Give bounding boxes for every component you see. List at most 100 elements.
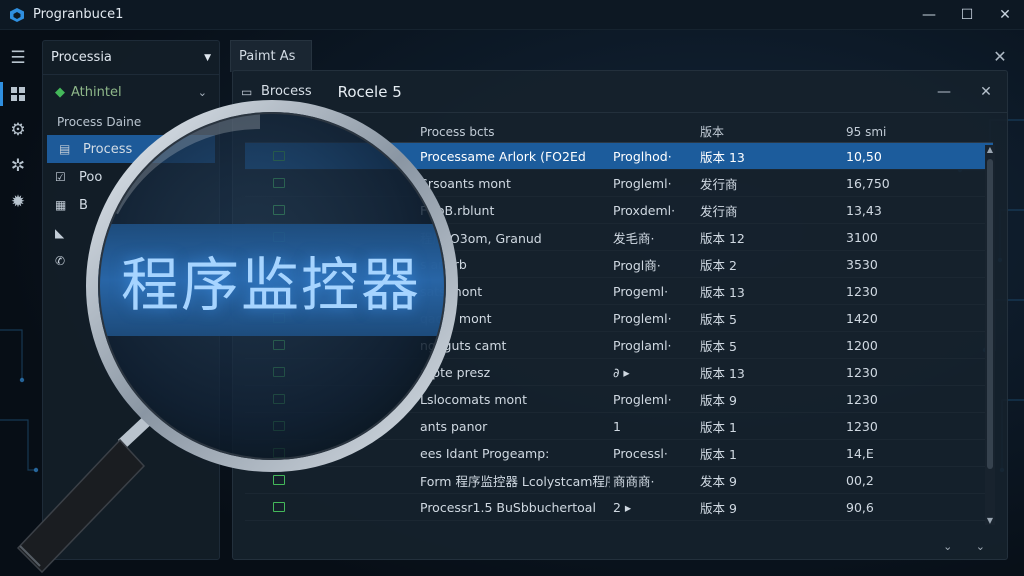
window-icon [273,178,285,188]
process-label: Brocess [261,84,312,99]
process-memory: 1230 [846,283,878,299]
window-icon [273,394,285,404]
process-version: 版本 12 [700,230,745,246]
maximize-button[interactable]: ☐ [948,0,986,30]
menu-button[interactable]: ☰ [0,40,36,76]
process-memory: 13,43 [846,202,882,218]
table-row[interactable]: FGoB.rblunt Proxdeml· 发行商 13,43 [245,197,993,224]
process-memory: 1230 [846,364,878,380]
process-name: Processr1.5 BuSbbuchertoal [420,499,596,515]
process-name: s anarb [420,256,467,272]
process-memory: 16,750 [846,175,890,191]
section-label: Process Daine [57,115,142,129]
process-row-icon [273,413,287,439]
process-row-icon [273,197,287,223]
process-publisher: Proglhod· [613,148,672,164]
minimize-button[interactable]: — [910,0,948,30]
panel-close-button[interactable]: ✕ [965,84,1007,100]
window-icon [273,367,285,377]
process-memory: 10,50 [846,148,882,164]
gear-button[interactable]: ✲ [0,148,36,184]
process-name: 程序tO3om, Granud [420,230,542,246]
process-version: 版本 5 [700,338,737,354]
process-name: ants panor [420,418,488,434]
scroll-down-icon[interactable]: ▼ [985,516,995,525]
process-memory: 1200 [846,337,878,353]
settings-button[interactable]: ✹ [0,184,36,220]
footer-chevrons[interactable]: ⌄ ⌄ [943,540,995,553]
process-publisher: Proxdeml· [613,202,676,218]
process-memory: 3530 [846,256,878,272]
process-row-icon [273,359,287,385]
table-row[interactable]: Lslocomats mont Progleml· 版本 9 1230 [245,386,993,413]
gear-icon: ✲ [10,156,26,176]
sidebar-item-label: Process [83,141,133,157]
table-row[interactable]: Processr1.5 BuSbbuchertoal 2 ▸ 版本 9 90,6 [245,494,993,521]
process-publisher: Progleml· [613,310,672,326]
edit-icon: ☑ [55,170,66,184]
close-button[interactable]: ✕ [986,0,1024,30]
process-version: 版本 1 [700,419,737,435]
process-version: 版本 9 [700,392,737,408]
document-icon: ▦ [55,198,67,212]
process-publisher: Proglaml· [613,337,672,353]
window-controls: — ☐ ✕ [910,0,1024,30]
process-publisher: Processl· [613,445,668,461]
scrollbar-thumb[interactable] [987,159,993,469]
process-publisher: 2 ▸ [613,499,632,515]
table-row[interactable]: ngeguts camt Proglaml· 版本 5 1200 [245,332,993,359]
table-row[interactable]: Srsoants mont Progleml· 发行商 16,750 [245,170,993,197]
app-title: Progranbuce1 [33,7,124,22]
process-version: 版本 13 [700,149,745,165]
process-row-icon [273,467,287,493]
process-version: 发本 9 [700,473,737,489]
process-memory: 14,E [846,445,874,461]
table-row[interactable]: Processame Arlork (FO2Ed Proglhod· 版本 13 10… [245,143,993,170]
chevron-down-icon: ⌄ [197,85,207,99]
process-name: Processame Arlork (FO2Ed [420,148,586,164]
process-name: mpte presz [420,364,491,380]
table-row[interactable]: ants panor 1 版本 1 1230 [245,413,993,440]
process-name: FGoB.rblunt [420,202,495,218]
puzzle-icon: ⚙ [10,120,26,140]
extensions-button[interactable]: ⚙ [0,112,36,148]
column-header-name[interactable]: Process bcts [420,121,610,142]
window-icon [273,421,285,431]
sidebar-item-document[interactable]: ▦ B [43,191,219,219]
sidebar-item-edit[interactable]: ☑ Poo [43,163,219,191]
dashboard-button[interactable] [0,76,36,112]
phone-icon: ✆ [55,254,66,268]
process-version: 发行商 [700,203,738,219]
process-memory: 1420 [846,310,878,326]
panel-title: Rocele 5 [337,82,402,101]
tab-paint-as[interactable]: Paimt As [230,40,312,72]
magnified-title: 程序监控器 [120,251,421,319]
tab-close-icon[interactable]: ✕ [988,44,1012,68]
column-header-version[interactable]: 版本 [700,121,820,142]
process-name: Srsoants mont [420,175,511,191]
process-publisher: 发毛商· [613,230,655,246]
table-row[interactable]: mpte presz ∂ ▸ 版本 13 1230 [245,359,993,386]
table-row[interactable]: ees Idant Progeamp: Processl· 版本 1 14,E [245,440,993,467]
sidebar-item-process[interactable]: ▤ Process [47,135,215,163]
table-body: Processame Arlork (FO2Ed Proglhod· 版本 13 10… [245,143,993,521]
process-memory: 1230 [846,391,878,407]
column-header-memory[interactable]: 95 smi [846,121,966,142]
vertical-scrollbar[interactable]: ▲ ▼ [985,145,995,525]
window-icon [273,475,285,485]
process-row-icon [273,170,287,196]
process-publisher: 商商商· [613,473,655,489]
process-panel-header: ▭ Brocess Rocele 5 — ✕ [233,71,1007,113]
process-publisher: Progl商· [613,257,661,273]
list-icon: ▤ [59,142,71,156]
title-bar: Progranbuce1 — ☐ ✕ [0,0,1024,30]
side-panel-header[interactable]: Processia ▼ [43,41,219,75]
panel-minimize-button[interactable]: — [923,84,965,100]
scroll-up-icon[interactable]: ▲ [985,145,995,154]
side-panel-selector[interactable]: ◆ Athintel ⌄ [43,75,219,109]
process-name: sats mont [420,283,483,299]
side-panel-title: Processia [51,50,112,65]
process-version: 版本 2 [700,257,737,273]
selector-label: Athintel [71,84,122,100]
table-row[interactable]: Form 程序监控器 Lcolystcam程序监器商商商· 发本 9 00,2 [245,467,993,494]
